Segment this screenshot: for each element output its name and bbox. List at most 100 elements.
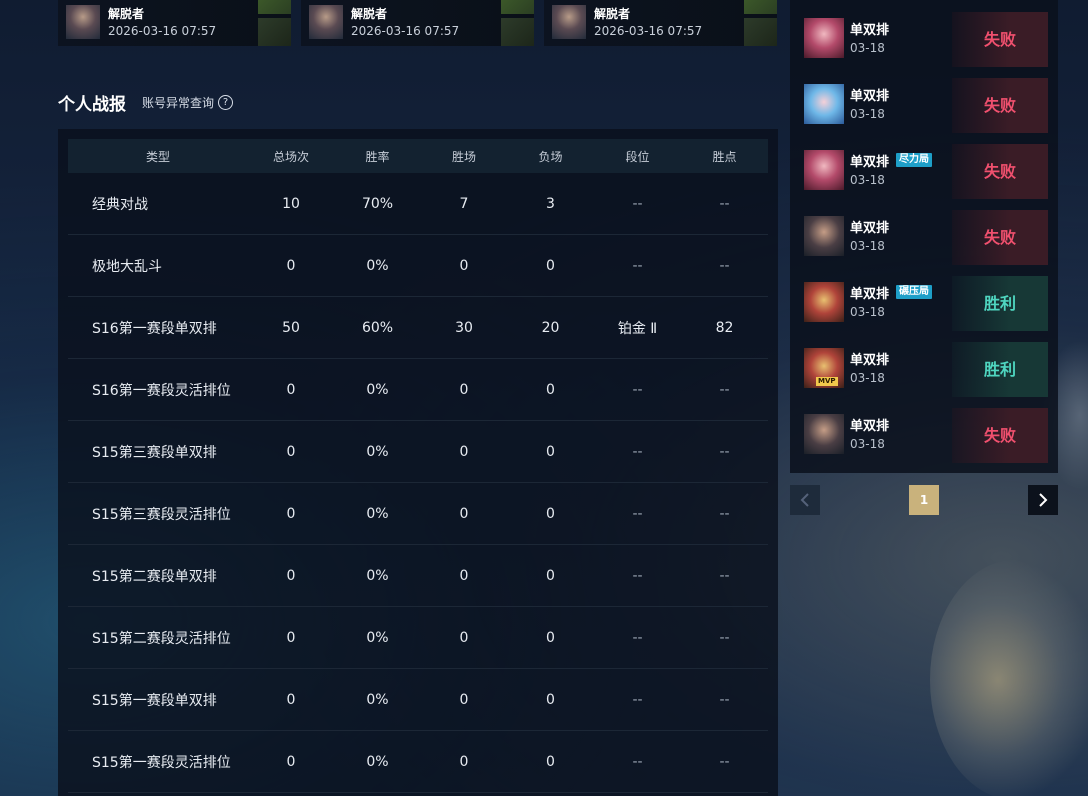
cell-rate: 60% <box>334 296 421 359</box>
cell-lp: -- <box>681 482 768 545</box>
table-row: S15第一赛段单双排 0 0% 0 0 -- -- <box>68 668 768 731</box>
cell-lp: -- <box>681 544 768 607</box>
column-header-total: 总场次 <box>248 139 334 173</box>
match-item[interactable]: 单双排 03-18 失败 <box>804 208 1048 265</box>
cell-total: 0 <box>248 234 334 297</box>
match-date: 03-18 <box>850 437 885 451</box>
cell-rank: -- <box>594 730 681 793</box>
cell-losses: 0 <box>507 358 594 421</box>
cell-losses: 0 <box>507 730 594 793</box>
map-thumbnail <box>501 18 534 46</box>
cell-rank: -- <box>594 482 681 545</box>
match-result: 失败 <box>952 408 1048 463</box>
champion-avatar <box>552 5 586 39</box>
page-number-button[interactable]: 1 <box>909 485 939 515</box>
match-result: 失败 <box>952 78 1048 133</box>
match-item[interactable]: MVP 单双排 03-18 胜利 <box>804 340 1048 397</box>
cell-type: 极地大乱斗 <box>68 234 248 297</box>
match-time: 2026-03-16 07:57 <box>351 24 460 38</box>
cell-lp: 82 <box>681 296 768 359</box>
cell-losses: 3 <box>507 173 594 235</box>
column-header-rate: 胜率 <box>334 139 421 173</box>
column-header-wins: 胜场 <box>421 139 507 173</box>
table-row: S16第一赛段灵活排位 0 0% 0 0 -- -- <box>68 358 768 421</box>
match-time: 2026-03-16 07:57 <box>594 24 703 38</box>
match-date: 03-18 <box>850 305 885 319</box>
match-time: 2026-03-16 07:57 <box>108 24 217 38</box>
champion-name: 解脱者 <box>351 7 388 21</box>
cell-rank: -- <box>594 173 681 235</box>
cell-wins: 0 <box>421 482 507 545</box>
cell-type: S16第一赛段单双排 <box>68 296 248 359</box>
match-tag-badge: 碾压局 <box>896 285 932 299</box>
champion-avatar <box>804 282 844 322</box>
match-mode: 单双排 <box>850 419 890 434</box>
chevron-right-icon <box>1039 493 1048 507</box>
next-page-button[interactable] <box>1028 485 1058 515</box>
map-thumbnail <box>258 0 291 14</box>
prev-page-button[interactable] <box>790 485 820 515</box>
cell-rate: 0% <box>334 606 421 669</box>
mvp-badge: MVP <box>816 377 838 386</box>
background-art <box>930 560 1088 796</box>
cell-wins: 30 <box>421 296 507 359</box>
cell-rate: 0% <box>334 234 421 297</box>
map-thumbnail <box>501 0 534 14</box>
cell-losses: 0 <box>507 668 594 731</box>
match-item[interactable]: 单双排 03-18 失败 <box>804 406 1048 463</box>
recent-card[interactable]: 解脱者 2026-03-16 07:57 <box>544 0 777 46</box>
match-result: 胜利 <box>952 342 1048 397</box>
cell-losses: 0 <box>507 420 594 483</box>
column-header-losses: 负场 <box>507 139 594 173</box>
help-icon[interactable]: ? <box>218 95 234 110</box>
column-header-lp: 胜点 <box>681 139 768 173</box>
match-mode: 单双排 <box>850 23 890 38</box>
cell-rank: -- <box>594 606 681 669</box>
cell-lp: -- <box>681 668 768 731</box>
cell-type: S15第二赛段单双排 <box>68 544 248 607</box>
match-tag-badge: 尽力局 <box>896 153 932 167</box>
map-thumbnail <box>744 0 777 14</box>
account-anomaly-link[interactable]: 账号异常查询 ? <box>142 94 234 111</box>
cell-rate: 70% <box>334 173 421 235</box>
map-thumbnail <box>258 18 291 46</box>
cell-type: S15第三赛段灵活排位 <box>68 482 248 545</box>
chevron-left-icon <box>800 493 809 507</box>
champion-avatar <box>309 5 343 39</box>
match-item[interactable]: 单双排 03-18 失败 <box>804 10 1048 67</box>
section-title: 个人战报 <box>58 95 126 115</box>
cell-rate: 0% <box>334 730 421 793</box>
stats-table: 类型 总场次 胜率 胜场 负场 段位 胜点 经典对战 10 70% 7 3 --… <box>68 139 768 793</box>
cell-type: S15第三赛段单双排 <box>68 420 248 483</box>
match-history-panel: 单双排 03-18 失败 单双排 03-18 失败 单双排 尽力局 03-18 … <box>790 0 1058 473</box>
cell-total: 0 <box>248 730 334 793</box>
table-row: S15第三赛段灵活排位 0 0% 0 0 -- -- <box>68 482 768 545</box>
match-item[interactable]: 单双排 03-18 失败 <box>804 76 1048 133</box>
table-header-row: 类型 总场次 胜率 胜场 负场 段位 胜点 <box>68 139 768 173</box>
cell-total: 0 <box>248 668 334 731</box>
match-mode: 单双排 <box>850 353 890 368</box>
champion-name: 解脱者 <box>594 7 631 21</box>
match-result: 失败 <box>952 12 1048 67</box>
match-item[interactable]: 单双排 碾压局 03-18 胜利 <box>804 274 1048 331</box>
cell-losses: 0 <box>507 234 594 297</box>
cell-wins: 0 <box>421 420 507 483</box>
table-row: S16第一赛段单双排 50 60% 30 20 铂金 Ⅱ 82 <box>68 296 768 359</box>
recent-card[interactable]: 解脱者 2026-03-16 07:57 <box>301 0 534 46</box>
champion-avatar <box>66 5 100 39</box>
cell-total: 10 <box>248 173 334 235</box>
cell-rate: 0% <box>334 358 421 421</box>
cell-rate: 0% <box>334 420 421 483</box>
cell-lp: -- <box>681 606 768 669</box>
cell-losses: 0 <box>507 606 594 669</box>
recent-card[interactable]: 解脱者 2026-03-16 07:57 <box>58 0 291 46</box>
match-item[interactable]: 单双排 尽力局 03-18 失败 <box>804 142 1048 199</box>
account-anomaly-label: 账号异常查询 <box>142 96 215 110</box>
cell-lp: -- <box>681 358 768 421</box>
champion-avatar <box>804 150 844 190</box>
cell-type: S15第一赛段单双排 <box>68 668 248 731</box>
table-row: 极地大乱斗 0 0% 0 0 -- -- <box>68 234 768 297</box>
table-row: S15第一赛段灵活排位 0 0% 0 0 -- -- <box>68 730 768 793</box>
table-row: S15第二赛段单双排 0 0% 0 0 -- -- <box>68 544 768 607</box>
cell-lp: -- <box>681 730 768 793</box>
